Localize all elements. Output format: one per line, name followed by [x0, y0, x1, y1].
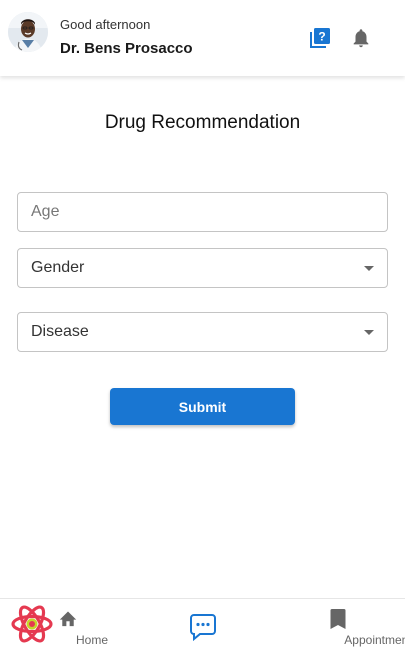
- doctor-name: Dr. Bens Prosacco: [60, 40, 193, 57]
- nav-appointments-label: Appointments: [344, 633, 405, 647]
- greeting-text: Good afternoon: [60, 17, 151, 32]
- disease-select[interactable]: Disease: [17, 312, 388, 352]
- age-input[interactable]: [18, 193, 387, 231]
- age-field[interactable]: [17, 192, 388, 232]
- chevron-down-icon: [364, 266, 374, 271]
- question-book-icon[interactable]: ?: [308, 26, 332, 50]
- bookmark-icon: [330, 609, 346, 629]
- bell-icon[interactable]: [350, 27, 372, 49]
- nav-home-label: Home: [75, 633, 108, 647]
- page-title: Drug Recommendation: [104, 112, 301, 133]
- chevron-down-icon: [364, 330, 374, 335]
- nav-home[interactable]: Home: [44, 599, 108, 655]
- gender-select-value: Gender: [31, 259, 85, 276]
- svg-text:?: ?: [318, 30, 325, 44]
- nav-chat[interactable]: [184, 599, 222, 655]
- submit-button[interactable]: Submit: [110, 388, 295, 425]
- avatar[interactable]: [8, 12, 48, 52]
- bottom-navigation: Home Appointments: [0, 598, 405, 655]
- disease-select-value: Disease: [31, 323, 89, 340]
- nav-appointments[interactable]: Appointments: [295, 599, 405, 655]
- home-icon: [59, 611, 77, 627]
- gender-select[interactable]: Gender: [17, 248, 388, 288]
- chat-icon: [190, 614, 216, 641]
- app-header: Good afternoon Dr. Bens Prosacco ?: [0, 0, 405, 76]
